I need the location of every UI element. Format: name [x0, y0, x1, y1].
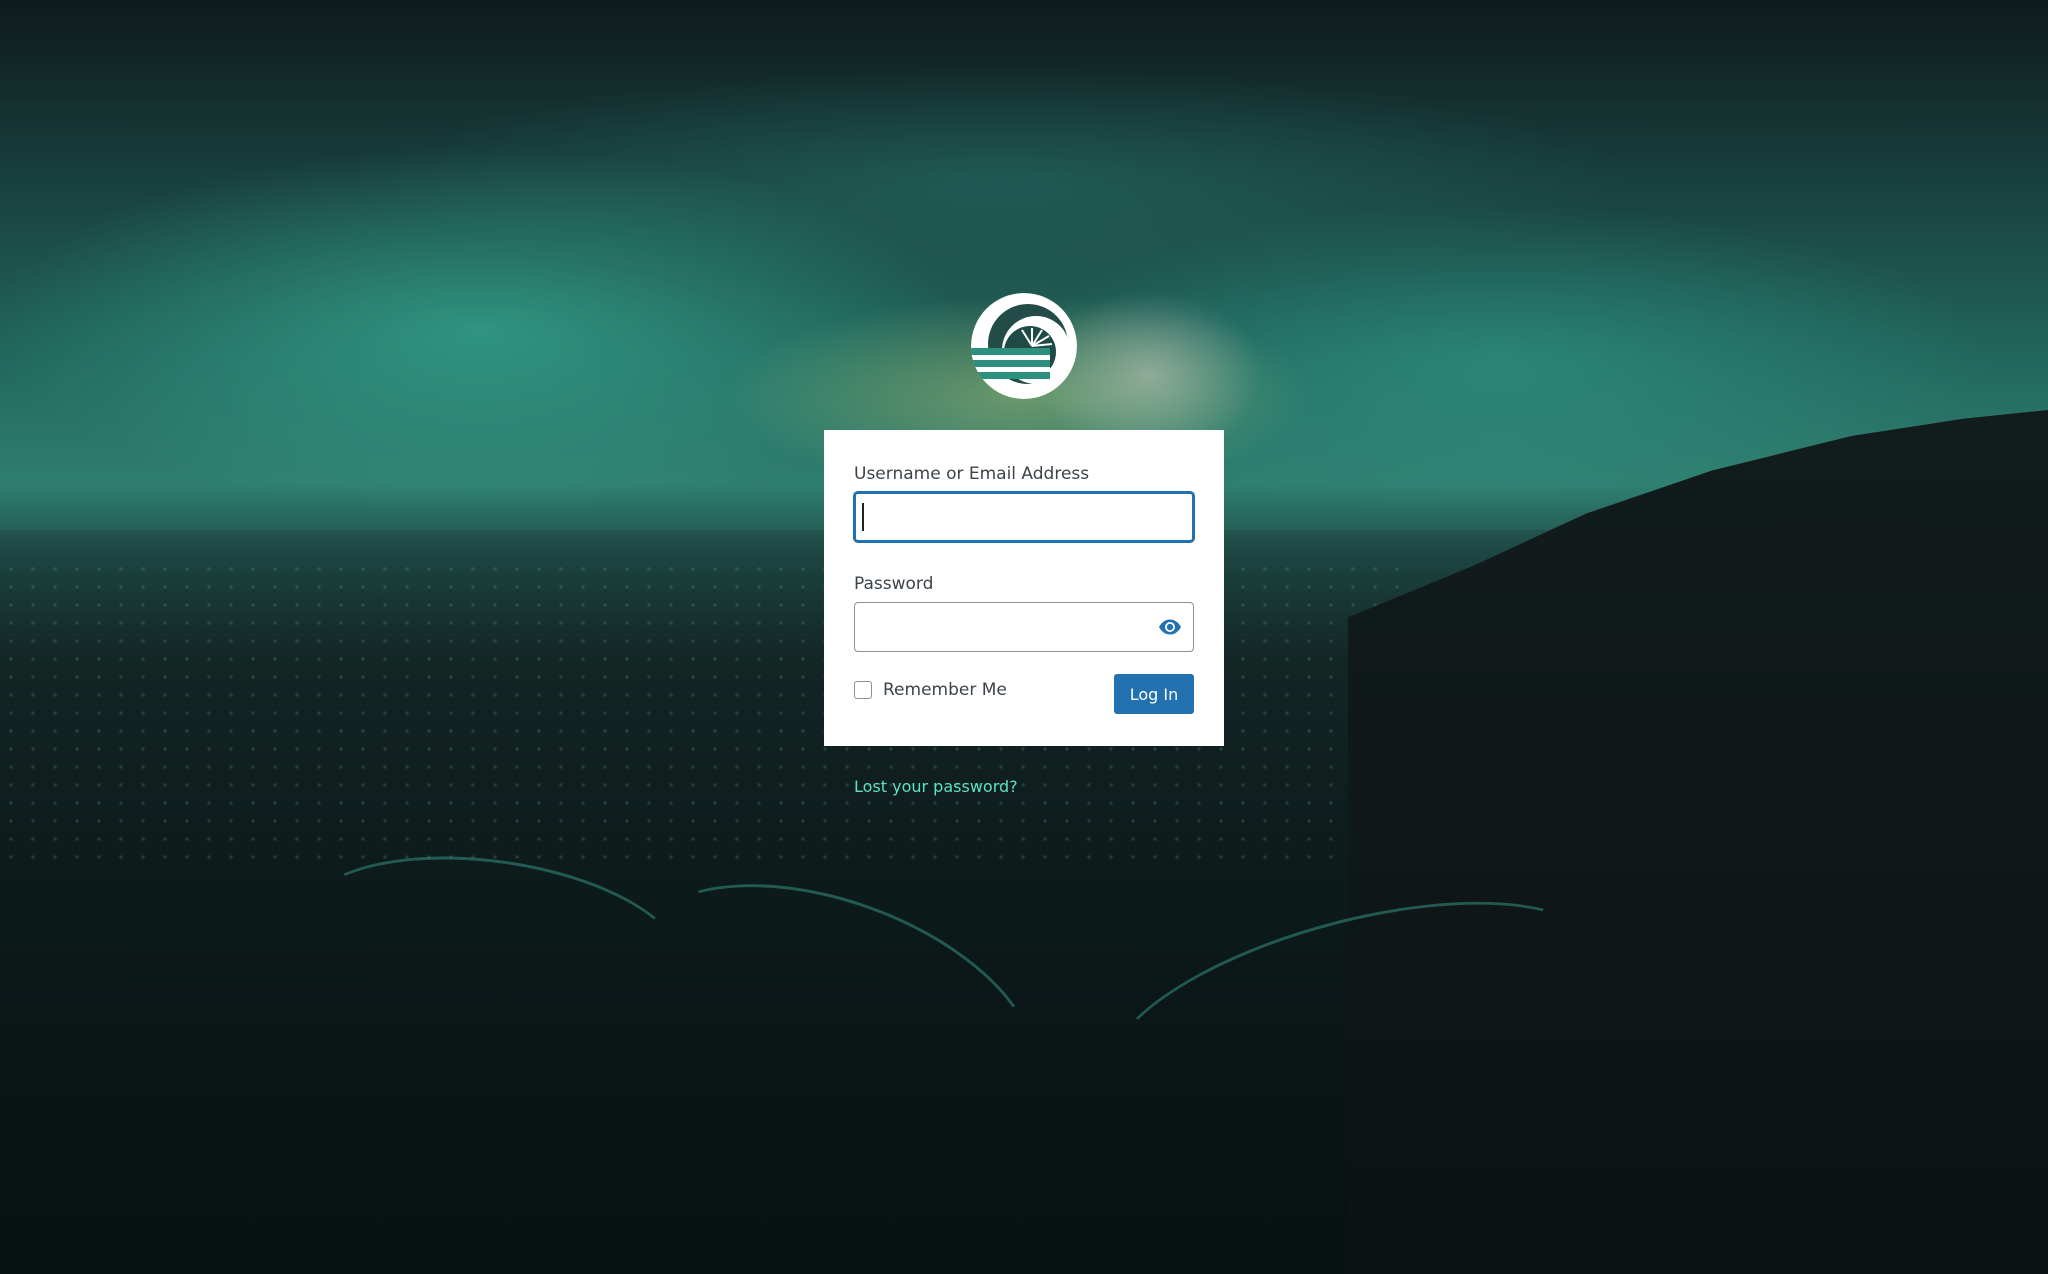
- password-label: Password: [854, 574, 934, 594]
- text-caret: [862, 503, 864, 531]
- username-field[interactable]: [854, 492, 1194, 542]
- password-field[interactable]: [854, 602, 1194, 652]
- password-field-wrap: [854, 602, 1194, 652]
- site-logo[interactable]: [970, 292, 1078, 400]
- show-password-button[interactable]: [1154, 612, 1186, 642]
- remember-me[interactable]: Remember Me: [854, 680, 1007, 700]
- remember-me-checkbox[interactable]: [854, 681, 872, 699]
- form-actions: Remember Me Log In: [854, 674, 1194, 714]
- lost-password-link[interactable]: Lost your password?: [854, 777, 1018, 796]
- remember-me-label[interactable]: Remember Me: [883, 680, 1007, 700]
- login-button[interactable]: Log In: [1114, 674, 1194, 714]
- username-label: Username or Email Address: [854, 464, 1090, 484]
- login-form: Username or Email Address Password Remem…: [824, 430, 1224, 746]
- eye-icon: [1159, 619, 1181, 635]
- username-field-wrap: [854, 492, 1194, 542]
